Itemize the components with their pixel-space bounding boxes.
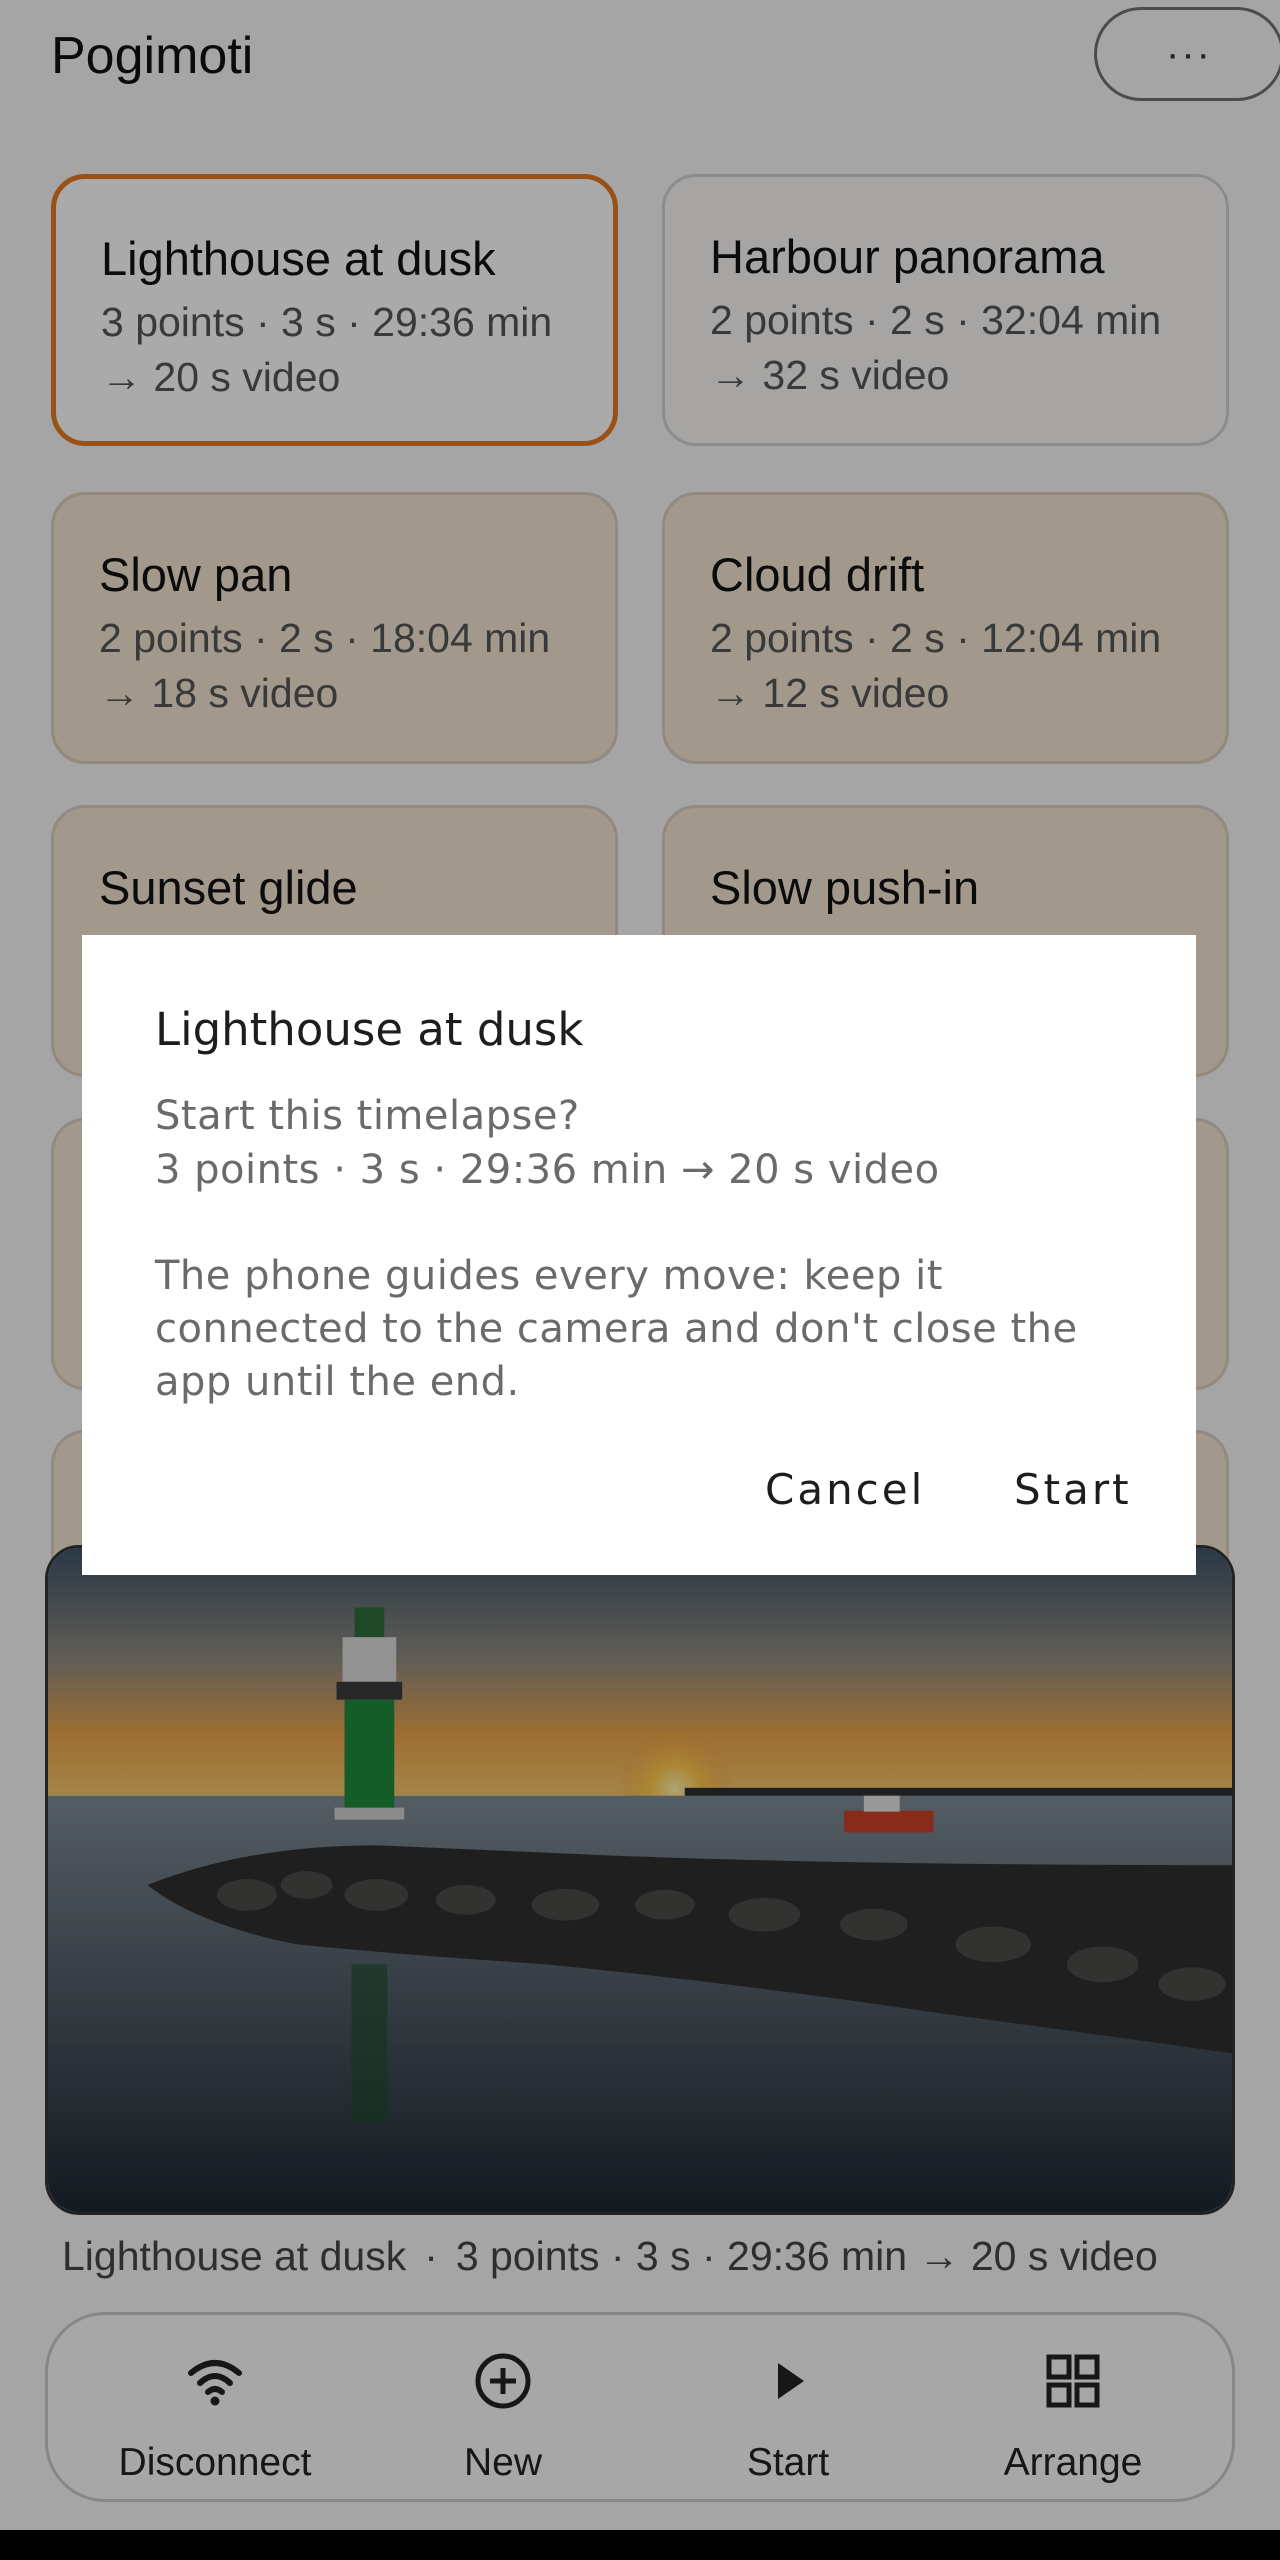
dialog-note-line-3: app until the end. — [155, 1359, 520, 1405]
dialog-summary: 3 points · 3 s · 29:36 min → 20 s video — [155, 1147, 940, 1193]
system-nav-strip — [0, 2530, 1280, 2560]
start-button[interactable]: Start — [1014, 1465, 1132, 1514]
dialog-note-line-1: The phone guides every move: keep it — [155, 1253, 943, 1299]
dialog-question: Start this timelapse? — [155, 1093, 580, 1139]
dialog-note-line-2: connected to the camera and don't close … — [155, 1306, 1078, 1352]
cancel-button[interactable]: Cancel — [765, 1465, 925, 1514]
start-timelapse-dialog: Lighthouse at dusk Start this timelapse?… — [82, 935, 1196, 1575]
dialog-title: Lighthouse at dusk — [155, 1003, 584, 1056]
